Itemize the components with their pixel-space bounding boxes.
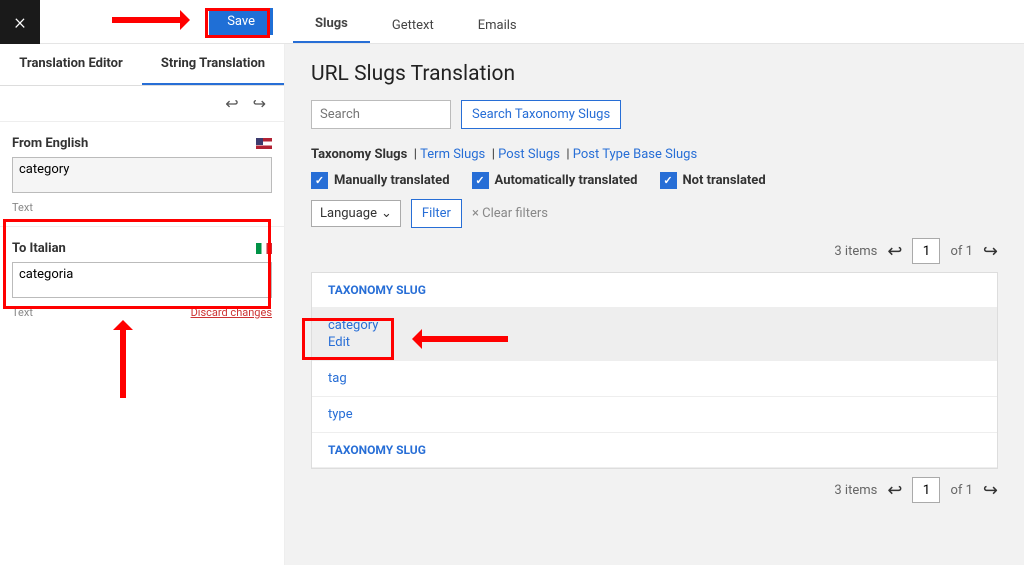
- next-page-icon[interactable]: ↪: [983, 480, 998, 501]
- page-title: URL Slugs Translation: [311, 62, 998, 86]
- chk-manually[interactable]: ✓Manually translated: [311, 172, 450, 189]
- to-label: To Italian: [12, 241, 66, 256]
- next-page-icon[interactable]: ↪: [983, 241, 998, 262]
- search-taxonomy-button[interactable]: Search Taxonomy Slugs: [461, 100, 621, 129]
- tab-gettext[interactable]: Gettext: [370, 8, 456, 43]
- taxonomy-table: TAXONOMY SLUG category Edit tag type TAX…: [311, 272, 998, 469]
- to-hint: Text: [12, 306, 33, 319]
- from-hint: Text: [12, 201, 33, 214]
- check-icon: ✓: [472, 172, 489, 189]
- table-row[interactable]: category Edit: [312, 308, 997, 361]
- tab-translation-editor[interactable]: Translation Editor: [0, 44, 142, 85]
- table-row[interactable]: type: [312, 397, 997, 433]
- discard-changes[interactable]: Discard changes: [191, 306, 272, 319]
- of-total: of 1: [950, 483, 972, 498]
- save-button[interactable]: Save: [209, 8, 273, 35]
- items-count: 3 items: [834, 244, 877, 259]
- clear-filters[interactable]: × Clear filters: [472, 206, 548, 221]
- check-icon: ✓: [311, 172, 328, 189]
- chevron-down-icon: ⌄: [381, 206, 392, 221]
- items-count: 3 items: [834, 483, 877, 498]
- flag-it-icon: [256, 243, 272, 254]
- prev-page-icon[interactable]: ↩: [887, 480, 902, 501]
- close-button[interactable]: ×: [0, 0, 40, 44]
- table-footer: TAXONOMY SLUG: [312, 433, 997, 468]
- link-term-slugs[interactable]: Term Slugs: [420, 147, 485, 162]
- slug-type-nav: Taxonomy Slugs | Term Slugs | Post Slugs…: [311, 147, 998, 162]
- tab-emails[interactable]: Emails: [456, 8, 539, 43]
- tab-slugs[interactable]: Slugs: [293, 6, 370, 43]
- link-post-type-base-slugs[interactable]: Post Type Base Slugs: [573, 147, 697, 162]
- filter-button[interactable]: Filter: [411, 199, 462, 228]
- redo-icon[interactable]: ↪: [253, 94, 266, 113]
- undo-icon[interactable]: ↩: [225, 94, 238, 113]
- slug-type-active: Taxonomy Slugs: [311, 147, 407, 162]
- flag-us-icon: [256, 138, 272, 149]
- from-field[interactable]: [12, 157, 272, 193]
- language-select[interactable]: Language⌄: [311, 200, 401, 227]
- edit-link[interactable]: Edit: [328, 335, 981, 350]
- from-label: From English: [12, 136, 88, 151]
- search-input[interactable]: [311, 100, 451, 129]
- prev-page-icon[interactable]: ↩: [887, 241, 902, 262]
- table-row[interactable]: tag: [312, 361, 997, 397]
- link-post-slugs[interactable]: Post Slugs: [498, 147, 560, 162]
- to-field[interactable]: [12, 262, 272, 298]
- page-input[interactable]: [912, 238, 940, 264]
- page-input[interactable]: [912, 477, 940, 503]
- check-icon: ✓: [660, 172, 677, 189]
- tab-string-translation[interactable]: String Translation: [142, 44, 284, 85]
- of-total: of 1: [950, 244, 972, 259]
- table-header: TAXONOMY SLUG: [312, 273, 997, 308]
- chk-auto[interactable]: ✓Automatically translated: [472, 172, 638, 189]
- chk-not[interactable]: ✓Not translated: [660, 172, 766, 189]
